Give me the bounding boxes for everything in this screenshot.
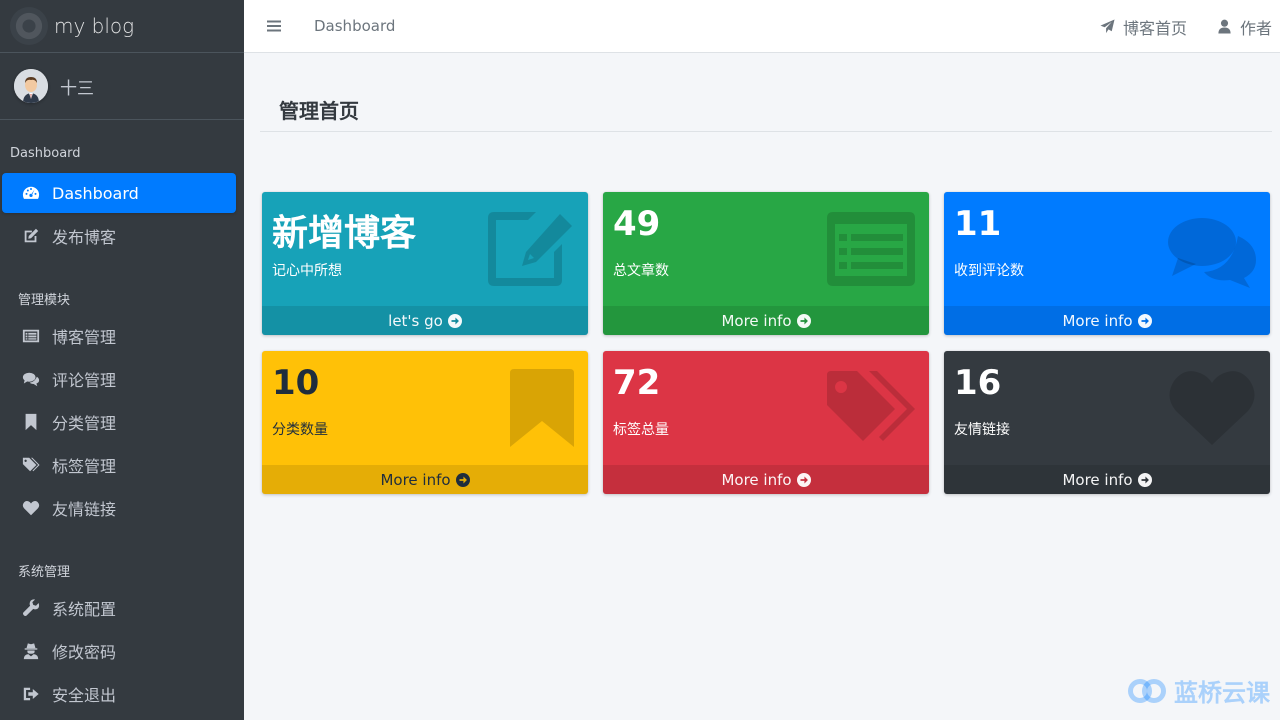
sidebar-item-label: 系统配置 (52, 600, 117, 619)
sidebar-item-label: Dashboard (52, 183, 139, 203)
card-value: 11 (954, 204, 1002, 244)
nav-header-management: 管理模块 (18, 293, 71, 308)
bookmark-icon (484, 369, 576, 447)
heart-icon (20, 499, 42, 517)
arrow-circle-right-icon (796, 472, 811, 487)
card-total-articles: 49 总文章数 More info (603, 192, 929, 335)
sidebar-item-system-config[interactable]: 系统配置 (2, 588, 236, 628)
card-value: 16 (954, 363, 1002, 403)
nav-header-system: 系统管理 (18, 565, 71, 580)
card-value: 49 (613, 204, 661, 244)
title-divider (260, 131, 1272, 132)
list-icon (20, 327, 42, 345)
card-footer-label: More info (380, 470, 451, 489)
brand-text: my blog (54, 14, 135, 38)
card-label: 总文章数 (613, 263, 669, 279)
card-label: 记心中所想 (272, 263, 342, 279)
card-footer-link[interactable]: More info (944, 306, 1270, 335)
sidebar-item-label: 友情链接 (52, 500, 117, 519)
card-footer-label: More info (721, 311, 792, 330)
tags-icon (20, 456, 42, 474)
card-label: 收到评论数 (954, 263, 1024, 279)
sidebar-item-comment-management[interactable]: 评论管理 (2, 359, 236, 399)
blog-home-label: 博客首页 (1122, 18, 1187, 38)
card-footer-link[interactable]: let's go (262, 306, 588, 335)
arrow-circle-right-icon (1137, 313, 1152, 328)
sidebar-item-logout[interactable]: 安全退出 (2, 674, 236, 714)
sidebar-item-dashboard[interactable]: Dashboard (2, 173, 236, 213)
sidebar-item-tag-management[interactable]: 标签管理 (2, 445, 236, 485)
page-title: 管理首页 (279, 99, 359, 123)
blog-home-link[interactable]: 博客首页 (1100, 15, 1187, 39)
sidebar: my blog 十三 Dashboard Dashboard 发布博客 管理模块 (0, 0, 244, 720)
card-footer-link[interactable]: More info (603, 306, 929, 335)
sign-out-icon (20, 685, 42, 703)
card-new-blog: 新增博客 记心中所想 let's go (262, 192, 588, 335)
sidebar-item-friend-links[interactable]: 友情链接 (2, 488, 236, 528)
menu-toggle-icon[interactable] (244, 19, 304, 33)
card-footer-link[interactable]: More info (262, 465, 588, 494)
user-icon (1218, 19, 1231, 34)
arrow-circle-right-icon (447, 313, 462, 328)
nav-header-dashboard: Dashboard (10, 146, 81, 161)
sidebar-item-label: 修改密码 (52, 643, 117, 662)
card-label: 标签总量 (613, 422, 669, 438)
card-tags: 72 标签总量 More info (603, 351, 929, 494)
arrow-circle-right-icon (1137, 472, 1152, 487)
top-navbar: Dashboard 博客首页 作者 (244, 0, 1280, 53)
tags-icon (825, 369, 917, 447)
card-footer-label: let's go (388, 311, 443, 330)
bookmark-icon (20, 413, 42, 431)
comments-icon (20, 370, 42, 388)
sidebar-item-blog-management[interactable]: 博客管理 (2, 316, 236, 356)
user-name: 十三 (60, 78, 94, 99)
sidebar-item-label: 评论管理 (52, 371, 117, 390)
card-comments: 11 收到评论数 More info (944, 192, 1270, 335)
watermark-logo: 蓝桥云课 (1126, 673, 1270, 708)
top-right-links: 博客首页 作者 (1100, 0, 1280, 53)
arrow-circle-right-icon (455, 472, 470, 487)
sidebar-item-category-management[interactable]: 分类管理 (2, 402, 236, 442)
sidebar-item-publish-blog[interactable]: 发布博客 (2, 216, 236, 256)
card-footer-label: More info (721, 470, 792, 489)
card-label: 友情链接 (954, 422, 1010, 438)
avatar (14, 69, 48, 103)
sidebar-item-label: 标签管理 (52, 457, 117, 476)
list-alt-icon (825, 210, 917, 288)
card-value: 72 (613, 363, 661, 403)
heart-icon (1166, 369, 1258, 447)
breadcrumb-dashboard-link[interactable]: Dashboard (314, 17, 395, 35)
dashboard-icon (20, 184, 42, 202)
card-value: 10 (272, 363, 320, 403)
user-secret-icon (20, 642, 42, 660)
brand-logo-icon (10, 7, 48, 45)
card-footer-label: More info (1062, 311, 1133, 330)
watermark-text: 蓝桥云课 (1174, 679, 1270, 707)
arrow-circle-right-icon (796, 313, 811, 328)
card-value: 新增博客 (272, 213, 417, 254)
edit-icon (20, 227, 42, 245)
sidebar-item-label: 发布博客 (52, 228, 117, 247)
sidebar-item-label: 安全退出 (52, 686, 117, 705)
card-label: 分类数量 (272, 422, 328, 438)
edit-icon (484, 210, 576, 288)
card-categories: 10 分类数量 More info (262, 351, 588, 494)
paper-plane-icon (1100, 19, 1115, 34)
card-friend-links: 16 友情链接 More info (944, 351, 1270, 494)
author-label: 作者 (1239, 18, 1272, 38)
comments-icon (1166, 210, 1258, 288)
author-link[interactable]: 作者 (1217, 15, 1272, 39)
sidebar-item-label: 博客管理 (52, 328, 117, 347)
lanqiao-logo-icon (1128, 678, 1166, 703)
sidebar-item-change-password[interactable]: 修改密码 (2, 631, 236, 671)
card-footer-label: More info (1062, 470, 1133, 489)
wrench-icon (20, 599, 42, 617)
card-footer-link[interactable]: More info (603, 465, 929, 494)
brand-link[interactable]: my blog (0, 0, 244, 53)
sidebar-item-label: 分类管理 (52, 414, 117, 433)
card-footer-link[interactable]: More info (944, 465, 1270, 494)
user-panel[interactable]: 十三 (0, 53, 244, 120)
